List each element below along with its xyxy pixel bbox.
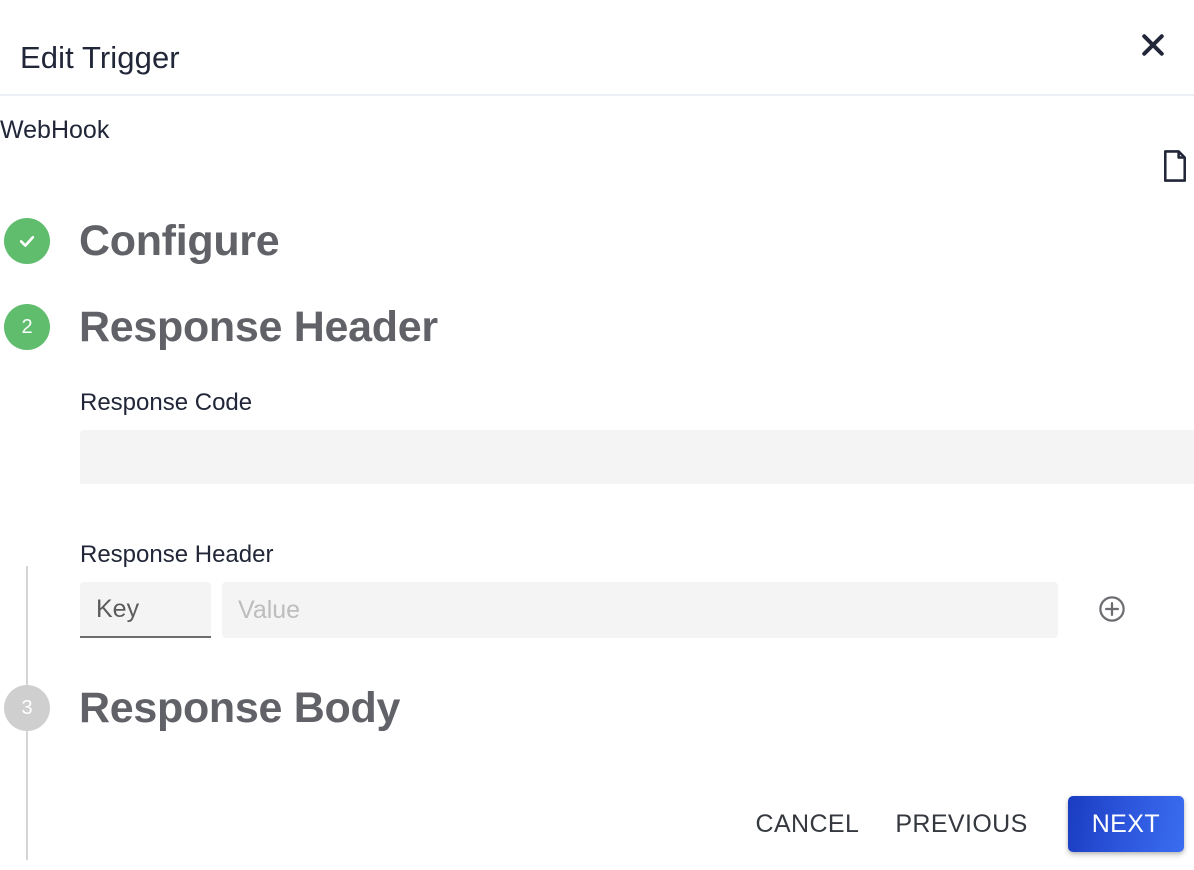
next-button[interactable]: NEXT [1067, 796, 1184, 852]
dialog-header: Edit Trigger [0, 0, 1194, 96]
step-label-2: Response Header [79, 303, 438, 351]
add-response-header-button[interactable] [1090, 582, 1134, 638]
check-icon [19, 235, 35, 247]
trigger-subheader: WebHook [0, 96, 1194, 201]
response-code-input[interactable] [80, 430, 1194, 484]
step-number-3: 3 [21, 696, 33, 719]
response-header-section: Response Header [80, 540, 1194, 638]
response-header-value-input[interactable] [222, 582, 1058, 638]
response-code-label: Response Code [80, 389, 253, 416]
step-marker-3: 3 [4, 685, 50, 731]
document-icon [1160, 149, 1190, 186]
dialog-footer: CANCEL PREVIOUS NEXT [0, 778, 1194, 870]
step-number-2: 2 [21, 315, 33, 338]
response-header-key-input[interactable] [80, 582, 211, 638]
stepper-step-response-body[interactable]: 3 Response Body [4, 682, 400, 734]
plus-circle-icon [1097, 594, 1127, 627]
response-header-label: Response Header [80, 541, 274, 568]
page-title: Edit Trigger [20, 40, 180, 75]
close-button[interactable] [1130, 22, 1176, 68]
response-header-row [80, 582, 1194, 642]
trigger-type-label: WebHook [0, 116, 110, 144]
previous-button[interactable]: PREVIOUS [877, 798, 1045, 850]
step-label-1: Configure [79, 217, 280, 265]
cancel-button[interactable]: CANCEL [737, 798, 877, 850]
response-header-step-content: Response Code Response Header [80, 388, 1194, 638]
close-icon [1138, 30, 1168, 60]
stepper-step-response-header[interactable]: 2 Response Header [4, 301, 438, 353]
step-marker-1 [4, 218, 50, 264]
stepper-step-configure[interactable]: Configure [4, 215, 280, 267]
documentation-button[interactable] [1156, 148, 1194, 186]
step-marker-2: 2 [4, 304, 50, 350]
step-label-3: Response Body [79, 684, 401, 732]
